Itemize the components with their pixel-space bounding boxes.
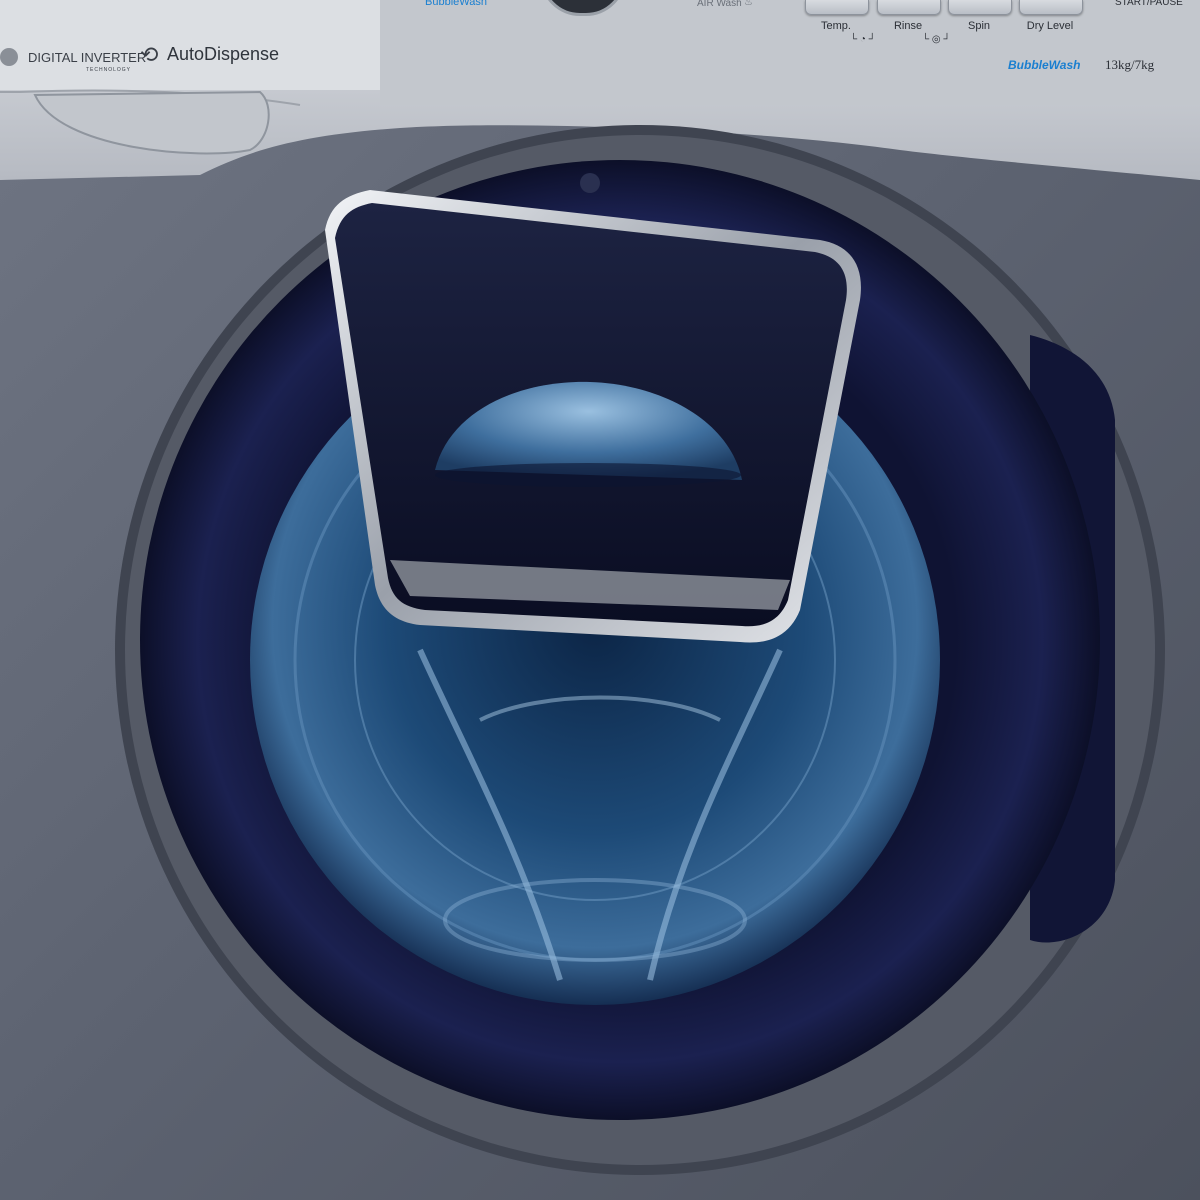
- door-handle[interactable]: [1030, 340, 1115, 940]
- capacity-brand: BubbleWash: [1008, 58, 1081, 72]
- top-bubblewash-logo: BubbleWash: [425, 0, 487, 8]
- digital-inverter-label: DIGITAL INVERTER: [28, 50, 147, 65]
- rinse-button-label: Rinse: [893, 20, 923, 32]
- dry-level-button-label: Dry Level: [1026, 20, 1074, 32]
- technology-label: TECHNOLOGY: [86, 67, 132, 73]
- temp-button-label: Temp.: [821, 20, 851, 32]
- spin-button[interactable]: [948, 0, 1012, 15]
- addwash-door[interactable]: [330, 195, 860, 635]
- autodispense-icon: ⟲: [140, 42, 159, 67]
- rinse-spin-link-icon: └ ◎ ┘: [922, 34, 951, 45]
- rinse-button[interactable]: [877, 0, 941, 15]
- dry-level-button[interactable]: [1019, 0, 1083, 15]
- temp-rinse-link-icon: └ ◔ ┘: [850, 34, 876, 45]
- autodispense-label: AutoDispense: [167, 44, 280, 64]
- air-wash-icon: ♨: [744, 0, 753, 8]
- spin-button-label: Spin: [967, 20, 991, 32]
- digital-inverter-logo-icon: [0, 48, 18, 66]
- temp-button[interactable]: [805, 0, 869, 15]
- air-wash-label: AIR Wash: [697, 0, 742, 9]
- washing-machine-front: BubbleWash AIR Wash ♨ START/PAUSE Temp. …: [0, 0, 1200, 1200]
- capacity-text: 13kg/7kg: [1105, 57, 1155, 72]
- start-pause-label: START/PAUSE: [1115, 0, 1183, 8]
